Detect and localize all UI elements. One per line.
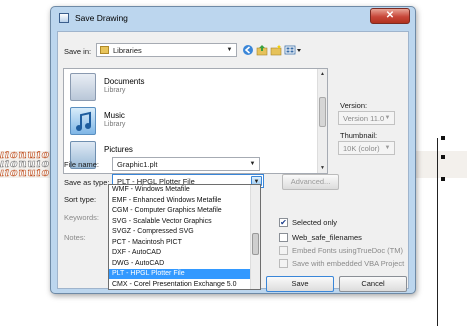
dialog-title: Save Drawing (75, 13, 128, 23)
checkbox-label: Embed Fonts usingTrueDoc (TM) (292, 246, 404, 255)
scrollbar-thumb[interactable] (319, 97, 326, 127)
save-as-type-options[interactable]: WMF - Windows Metafile EMF - Enhanced Wi… (108, 184, 261, 290)
checkbox-box[interactable] (279, 246, 288, 255)
advanced-button[interactable]: Advanced... (282, 174, 339, 190)
dropdown-option[interactable]: DXF - AutoCAD (109, 248, 250, 258)
scrollbar-thumb[interactable] (252, 233, 259, 255)
list-item[interactable]: Documents Library (68, 71, 288, 105)
save-in-label: Save in: (64, 47, 92, 56)
views-menu-icon[interactable] (284, 44, 302, 56)
file-name-value: Graphic1.plt (117, 160, 158, 169)
chevron-down-icon: ▼ (384, 115, 391, 121)
chevron-down-icon: ▼ (384, 145, 391, 151)
checkbox-box[interactable] (279, 259, 288, 268)
chevron-down-icon: ▼ (226, 47, 233, 53)
app-icon (59, 13, 69, 23)
checkbox-label: Selected only (292, 218, 338, 227)
cancel-button[interactable]: Cancel (339, 276, 407, 292)
dropdown-option[interactable]: SVG - Scalable Vector Graphics (109, 217, 250, 227)
scroll-down-icon[interactable]: ▼ (318, 163, 327, 173)
close-button[interactable]: ✕ (370, 8, 410, 24)
checkbox-box[interactable] (279, 233, 288, 242)
sort-type-label: Sort type: (64, 195, 97, 204)
dropdown-option[interactable]: SVGZ - Compressed SVG (109, 227, 250, 237)
new-folder-icon[interactable] (270, 44, 282, 56)
item-type: Library (104, 121, 126, 128)
thumbnail-value: 10K (color) (343, 144, 380, 153)
keywords-label: Keywords: (64, 213, 100, 222)
dropdown-option[interactable]: EMF - Enhanced Windows Metafile (109, 196, 250, 206)
item-name: Documents (104, 77, 145, 86)
chevron-down-icon[interactable]: ▼ (247, 159, 258, 169)
file-list-scrollbar[interactable]: ▲ ▼ (317, 69, 327, 173)
file-name-field[interactable]: Graphic1.plt ▼ (112, 157, 260, 171)
save-in-value: Libraries (113, 46, 142, 55)
item-type: Library (104, 87, 126, 94)
dropdown-option[interactable]: DWG - AutoCAD (109, 259, 250, 269)
selection-handle[interactable] (441, 136, 445, 140)
selection-handle[interactable] (441, 177, 445, 181)
checkbox-box[interactable]: ✔ (279, 218, 288, 227)
thumbnail-label: Thumbnail: (340, 131, 378, 140)
libraries-icon (100, 46, 109, 54)
version-label: Version: (340, 101, 368, 110)
dropdown-option-selected[interactable]: PLT - HPGL Plotter File (109, 269, 250, 279)
checkbox-label: Save with embedded VBA Project (292, 259, 405, 268)
up-folder-icon[interactable] (256, 44, 268, 56)
save-in-dropdown[interactable]: Libraries ▼ (96, 43, 237, 57)
thumbnail-dropdown[interactable]: 10K (color) ▼ (338, 141, 395, 155)
back-icon[interactable] (242, 44, 254, 56)
checkbox-label: Web_safe_filenames (292, 233, 362, 242)
dropdown-option[interactable]: CGM - Computer Graphics Metafile (109, 206, 250, 216)
scroll-up-icon[interactable]: ▲ (318, 69, 327, 79)
title-bar[interactable]: Save Drawing ✕ (51, 7, 415, 29)
dropdown-option[interactable]: PCT - Macintosh PICT (109, 238, 250, 248)
list-item[interactable]: Music Library (68, 105, 288, 139)
item-name: Music (104, 111, 125, 120)
version-value: Version 11.0 (343, 114, 385, 123)
save-button[interactable]: Save (266, 276, 334, 292)
item-name: Pictures (104, 145, 133, 154)
selection-handle[interactable] (441, 155, 445, 159)
dropdown-option[interactable]: CMX - Corel Presentation Exchange 5.0 (109, 280, 250, 290)
canvas-guide-line (437, 138, 438, 326)
dropdown-scrollbar[interactable] (250, 185, 260, 289)
documents-library-icon (70, 73, 96, 101)
music-library-icon (70, 107, 96, 135)
version-dropdown[interactable]: Version 11.0 ▼ (338, 111, 395, 125)
file-name-label: File name: (64, 160, 100, 169)
dropdown-option[interactable]: WMF - Windows Metafile (109, 185, 250, 195)
notes-label: Notes: (64, 233, 86, 242)
save-as-type-label: Save as type: (64, 178, 110, 187)
